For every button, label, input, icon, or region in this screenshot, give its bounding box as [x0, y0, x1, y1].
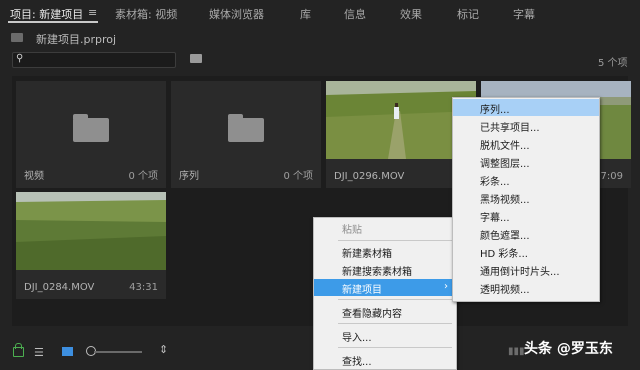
tab-bin-video[interactable]: 素材箱: 视频: [115, 6, 177, 22]
new-item-submenu: 序列... 已共享项目... 脱机文件... 调整图层... 彩条... 黑场视…: [452, 97, 600, 302]
watermark: 头条 @罗玉东: [524, 341, 613, 357]
submenu-item-captions[interactable]: 字幕...: [453, 207, 599, 224]
menu-item-new-item[interactable]: 新建项目 ›: [314, 279, 456, 296]
panel-tab-bar: 项目: 新建项目 ≡ 素材箱: 视频 媒体浏览器 库 信息 效果 标记 字幕: [0, 0, 640, 24]
menu-item-new-search-bin[interactable]: 新建搜索素材箱: [314, 261, 456, 278]
menu-divider: [338, 347, 452, 348]
tile-name: 视频: [24, 171, 44, 182]
tile-name: 序列: [179, 171, 199, 182]
folder-icon: [73, 114, 109, 142]
submenu-item-bars-tone[interactable]: 彩条...: [453, 171, 599, 188]
submenu-item-countdown-leader[interactable]: 通用倒计时片头...: [453, 261, 599, 278]
bin-tile-sequence[interactable]: 序列 0 个项: [171, 81, 321, 188]
project-file-icon: [11, 33, 23, 42]
sort-icon[interactable]: ⇕: [159, 343, 168, 356]
submenu-item-hd-bars[interactable]: HD 彩条...: [453, 243, 599, 260]
submenu-item-sequence[interactable]: 序列...: [453, 99, 599, 116]
tab-media-browser[interactable]: 媒体浏览器: [209, 6, 264, 22]
menu-item-paste[interactable]: 粘贴: [314, 219, 456, 236]
icon-view-icon[interactable]: [62, 347, 73, 356]
search-icon: ⚲: [16, 53, 24, 64]
panel-menu-icon[interactable]: ≡: [88, 6, 97, 19]
zoom-slider[interactable]: [94, 351, 142, 353]
tile-item-count: 0 个项: [283, 171, 313, 182]
item-count: 5 个项: [598, 58, 628, 69]
tab-effects[interactable]: 效果: [400, 6, 422, 22]
tab-info[interactable]: 信息: [344, 6, 366, 22]
submenu-arrow-icon: ›: [444, 281, 448, 292]
submenu-item-shared-project[interactable]: 已共享项目...: [453, 117, 599, 134]
list-view-icon[interactable]: ☰: [34, 346, 44, 359]
bin-tools-icon[interactable]: ▮▮▮: [508, 346, 525, 357]
folder-icon: [228, 114, 264, 142]
submenu-item-black-video[interactable]: 黑场视频...: [453, 189, 599, 206]
tab-libraries[interactable]: 库: [300, 6, 311, 22]
tile-duration: 43:31: [129, 282, 158, 293]
context-menu: 粘贴 新建素材箱 新建搜索素材箱 新建项目 › 查看隐藏内容 导入... 查找..…: [313, 217, 457, 370]
tile-item-count: 0 个项: [128, 171, 158, 182]
menu-divider: [338, 299, 452, 300]
tab-markers[interactable]: 标记: [457, 6, 479, 22]
menu-item-view-hidden[interactable]: 查看隐藏内容: [314, 303, 456, 320]
menu-item-find[interactable]: 查找...: [314, 351, 456, 368]
submenu-item-adjustment-layer[interactable]: 调整图层...: [453, 153, 599, 170]
bin-tile-video[interactable]: 视频 0 个项: [16, 81, 166, 188]
clip-tile-dji-0284[interactable]: DJI_0284.MOV 43:31: [16, 192, 166, 299]
lock-icon[interactable]: [13, 343, 24, 357]
new-search-bin-icon[interactable]: [190, 54, 202, 63]
menu-item-import[interactable]: 导入...: [314, 327, 456, 344]
menu-divider: [338, 323, 452, 324]
tab-project[interactable]: 项目: 新建项目: [10, 6, 83, 22]
tab-captions[interactable]: 字幕: [513, 6, 535, 22]
submenu-item-transparent-video[interactable]: 透明视频...: [453, 279, 599, 296]
project-file-row: 新建项目.prproj: [0, 28, 640, 48]
active-tab-underline: [8, 21, 98, 23]
project-filename: 新建项目.prproj: [36, 33, 117, 46]
submenu-item-color-matte[interactable]: 颜色遮罩...: [453, 225, 599, 242]
menu-divider: [338, 240, 452, 241]
tile-name: DJI_0296.MOV: [334, 171, 405, 182]
search-row: ⚲ 5 个项: [0, 50, 640, 70]
menu-item-new-bin[interactable]: 新建素材箱: [314, 243, 456, 260]
search-input[interactable]: ⚲: [12, 52, 176, 68]
tile-name: DJI_0284.MOV: [24, 282, 95, 293]
video-thumbnail: [16, 192, 166, 270]
submenu-item-offline-file[interactable]: 脱机文件...: [453, 135, 599, 152]
